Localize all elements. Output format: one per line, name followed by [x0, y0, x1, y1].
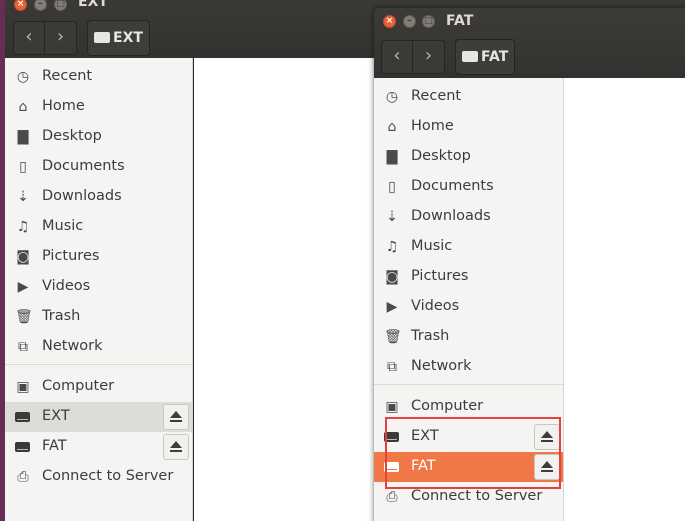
sidebar-item-home[interactable]: ⌂ Home [5, 92, 192, 122]
drive-icon [462, 50, 478, 62]
close-icon: × [385, 16, 394, 26]
sidebar-item-network[interactable]: ⧉ Network [374, 352, 563, 382]
music-icon: ♫ [385, 239, 399, 255]
home-icon: ⌂ [387, 119, 397, 135]
music-icon: ♫ [16, 219, 30, 235]
eject-ext-button[interactable] [534, 424, 560, 450]
video-icon: ▶ [386, 299, 398, 315]
sidebar-item-downloads[interactable]: ⇣ Downloads [5, 182, 192, 212]
sidebar-item-documents[interactable]: ▯ Documents [374, 172, 563, 202]
sidebar-item-desktop[interactable]: ▇ Desktop [5, 122, 192, 152]
sidebar-item-pictures[interactable]: ◙ Pictures [5, 242, 192, 272]
drive-icon [94, 31, 110, 43]
download-icon: ⇣ [17, 189, 29, 205]
eject-icon [170, 411, 182, 418]
chevron-right-icon: › [56, 26, 65, 47]
maximize-icon: □ [424, 16, 433, 26]
server-icon: ⎙ [386, 489, 398, 505]
trash-icon: 🗑 [384, 329, 402, 345]
minimize-icon: – [407, 16, 412, 26]
drive-icon [15, 409, 31, 425]
sidebar-item-computer[interactable]: ▣ Computer [5, 372, 192, 402]
window-title: FAT [446, 13, 474, 29]
sidebar-item-desktop[interactable]: ▇ Desktop [374, 142, 563, 172]
download-icon: ⇣ [386, 209, 398, 225]
sidebar-item-videos[interactable]: ▶ Videos [5, 272, 192, 302]
chevron-left-icon: ‹ [25, 26, 33, 47]
maximize-window-button[interactable]: □ [54, 0, 67, 11]
titlebar: × – □ FAT ‹ › FAT [374, 8, 685, 78]
eject-icon [170, 441, 182, 448]
folder-icon: ▇ [17, 129, 29, 145]
minimize-window-button[interactable]: – [403, 15, 416, 28]
sidebar-item-music[interactable]: ♫ Music [5, 212, 192, 242]
eject-fat-button[interactable] [163, 434, 189, 460]
clock-icon: ◷ [16, 69, 30, 85]
sidebar-item-videos[interactable]: ▶ Videos [374, 292, 563, 322]
document-icon: ▯ [388, 179, 396, 195]
sidebar: ◷ Recent ⌂ Home ▇ Desktop ▯ Documents ⇣ Downl… [374, 78, 564, 521]
sidebar-separator [374, 384, 563, 385]
file-manager-window-fat: × – □ FAT ‹ › FAT ◷ Recent ⌂ Home ▇ Desktop… [374, 8, 685, 521]
forward-button[interactable]: › [413, 40, 445, 74]
sidebar: ◷ Recent ⌂ Home ▇ Desktop ▯ Documents ⇣ Downl… [5, 58, 193, 521]
camera-icon: ◙ [16, 249, 30, 265]
path-label: EXT [113, 30, 143, 46]
window-title: EXT [78, 0, 108, 10]
sidebar-item-network[interactable]: ⧉ Network [5, 332, 192, 362]
home-icon: ⌂ [18, 99, 28, 115]
chevron-right-icon: › [424, 45, 433, 66]
sidebar-item-computer[interactable]: ▣ Computer [374, 392, 563, 422]
sidebar-separator [5, 364, 192, 365]
forward-button[interactable]: › [45, 21, 77, 55]
sidebar-item-recent[interactable]: ◷ Recent [374, 82, 563, 112]
server-icon: ⎙ [17, 469, 29, 485]
sidebar-item-connect-to-server[interactable]: ⎙ Connect to Server [374, 482, 563, 512]
sidebar-item-downloads[interactable]: ⇣ Downloads [374, 202, 563, 232]
drive-icon [384, 459, 400, 475]
document-icon: ▯ [19, 159, 27, 175]
eject-ext-button[interactable] [163, 404, 189, 430]
sidebar-item-recent[interactable]: ◷ Recent [5, 62, 192, 92]
network-icon: ⧉ [18, 339, 28, 355]
sidebar-item-music[interactable]: ♫ Music [374, 232, 563, 262]
video-icon: ▶ [17, 279, 29, 295]
maximize-window-button[interactable]: □ [422, 15, 435, 28]
chevron-left-icon: ‹ [393, 45, 401, 66]
sidebar-item-documents[interactable]: ▯ Documents [5, 152, 192, 182]
eject-fat-button[interactable] [534, 454, 560, 480]
close-window-button[interactable]: × [14, 0, 27, 11]
sidebar-item-fat[interactable]: FAT [5, 432, 192, 462]
sidebar-item-ext[interactable]: EXT [374, 422, 563, 452]
back-button[interactable]: ‹ [13, 21, 45, 55]
minimize-icon: – [38, 0, 43, 9]
sidebar-item-trash[interactable]: 🗑 Trash [374, 322, 563, 352]
computer-icon: ▣ [385, 399, 399, 415]
path-bar-button[interactable]: FAT [455, 39, 516, 75]
eject-icon [541, 431, 553, 438]
sidebar-item-fat[interactable]: FAT [374, 452, 563, 482]
close-icon: × [16, 0, 25, 9]
network-icon: ⧉ [387, 359, 397, 375]
sidebar-item-connect-to-server[interactable]: ⎙ Connect to Server [5, 462, 192, 492]
path-label: FAT [481, 49, 509, 65]
minimize-window-button[interactable]: – [34, 0, 47, 11]
camera-icon: ◙ [385, 269, 399, 285]
sidebar-item-ext[interactable]: EXT [5, 402, 192, 432]
file-view[interactable] [565, 78, 685, 521]
folder-icon: ▇ [386, 149, 398, 165]
drive-icon [15, 439, 31, 455]
eject-icon [541, 461, 553, 468]
sidebar-item-home[interactable]: ⌂ Home [374, 112, 563, 142]
sidebar-item-trash[interactable]: 🗑 Trash [5, 302, 192, 332]
sidebar-item-pictures[interactable]: ◙ Pictures [374, 262, 563, 292]
computer-icon: ▣ [16, 379, 30, 395]
clock-icon: ◷ [385, 89, 399, 105]
trash-icon: 🗑 [15, 309, 33, 325]
drive-icon [384, 429, 400, 445]
maximize-icon: □ [56, 0, 65, 9]
back-button[interactable]: ‹ [381, 40, 413, 74]
close-window-button[interactable]: × [383, 15, 396, 28]
path-bar-button[interactable]: EXT [87, 20, 150, 56]
